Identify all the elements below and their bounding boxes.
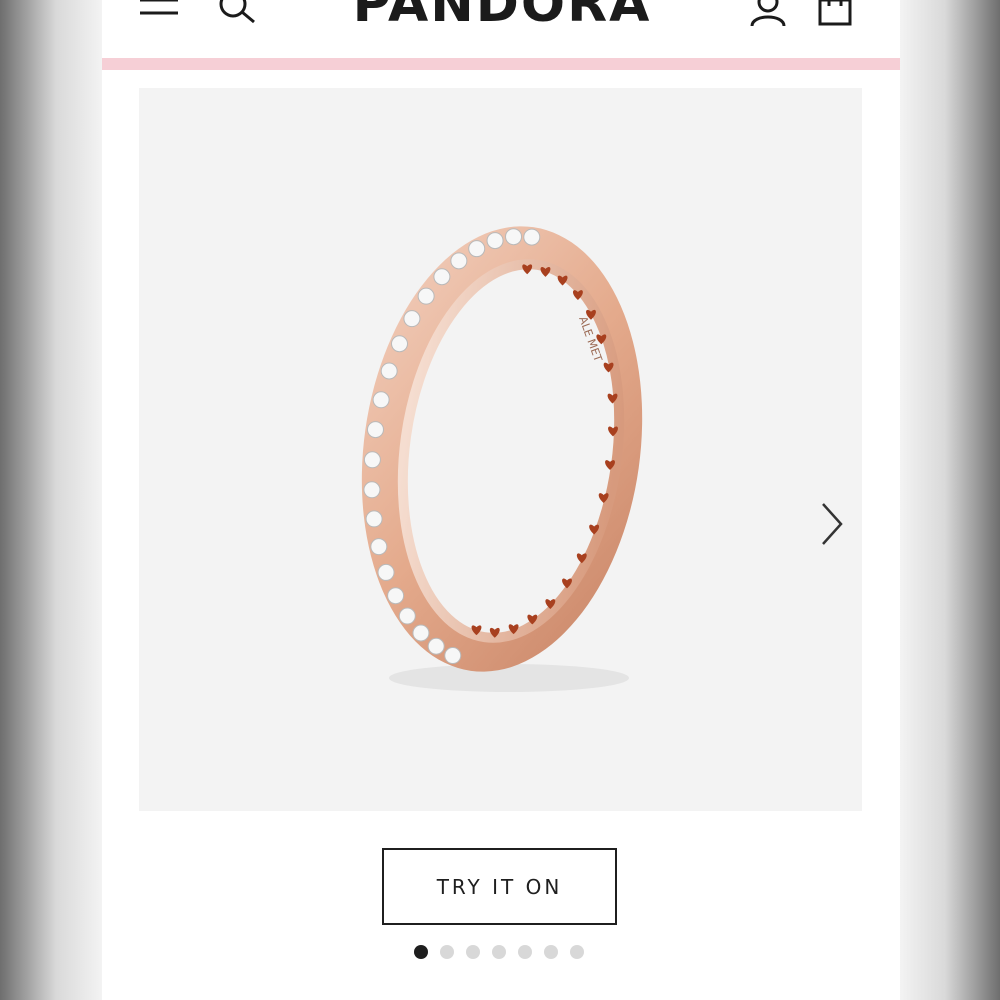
carousel-dot[interactable]: [414, 945, 428, 959]
shopping-bag-icon[interactable]: [816, 0, 856, 28]
crystal-stone: [366, 421, 384, 439]
crystal-stone: [363, 481, 381, 499]
crystal-stone: [363, 451, 381, 469]
crystal-stone: [398, 607, 416, 625]
background-left: [0, 0, 102, 1000]
try-it-on-button[interactable]: TRY IT ON: [382, 848, 617, 925]
crystal-stone: [372, 391, 390, 409]
background-right: [900, 0, 1000, 1000]
search-icon[interactable]: [216, 0, 260, 26]
carousel-dot[interactable]: [570, 945, 584, 959]
menu-icon[interactable]: [138, 0, 180, 24]
chevron-right-icon[interactable]: [819, 500, 849, 548]
crystal-stone: [523, 228, 541, 246]
crystal-stone: [403, 310, 421, 328]
app-screen: PANDORA: [102, 0, 900, 1000]
crystal-stone: [377, 563, 395, 581]
carousel-dot[interactable]: [492, 945, 506, 959]
carousel-dot[interactable]: [518, 945, 532, 959]
crystal-stone: [412, 624, 430, 642]
crystal-stone: [427, 637, 445, 655]
crystal-stone: [444, 647, 462, 665]
crystal-stone: [433, 268, 451, 286]
crystal-stone: [391, 335, 409, 353]
ring-image: ALE MET: [361, 226, 643, 692]
crystal-stone: [468, 240, 486, 258]
carousel-dot[interactable]: [466, 945, 480, 959]
header: PANDORA: [102, 0, 900, 58]
crystal-stone: [505, 228, 523, 246]
crystal-stone: [370, 538, 388, 556]
carousel-dot[interactable]: [440, 945, 454, 959]
crystal-stone: [417, 287, 435, 305]
crystal-stone: [380, 362, 398, 380]
carousel-pagination: [414, 945, 584, 961]
brand-logo[interactable]: PANDORA: [282, 0, 722, 28]
crystal-stone: [450, 252, 468, 270]
account-icon[interactable]: [746, 0, 790, 30]
crystal-stone: [365, 510, 383, 528]
product-image: ALE MET: [139, 88, 862, 811]
carousel-dot[interactable]: [544, 945, 558, 959]
crystal-stone: [486, 232, 504, 250]
crystal-stone: [387, 587, 405, 605]
header-divider: [102, 58, 900, 70]
